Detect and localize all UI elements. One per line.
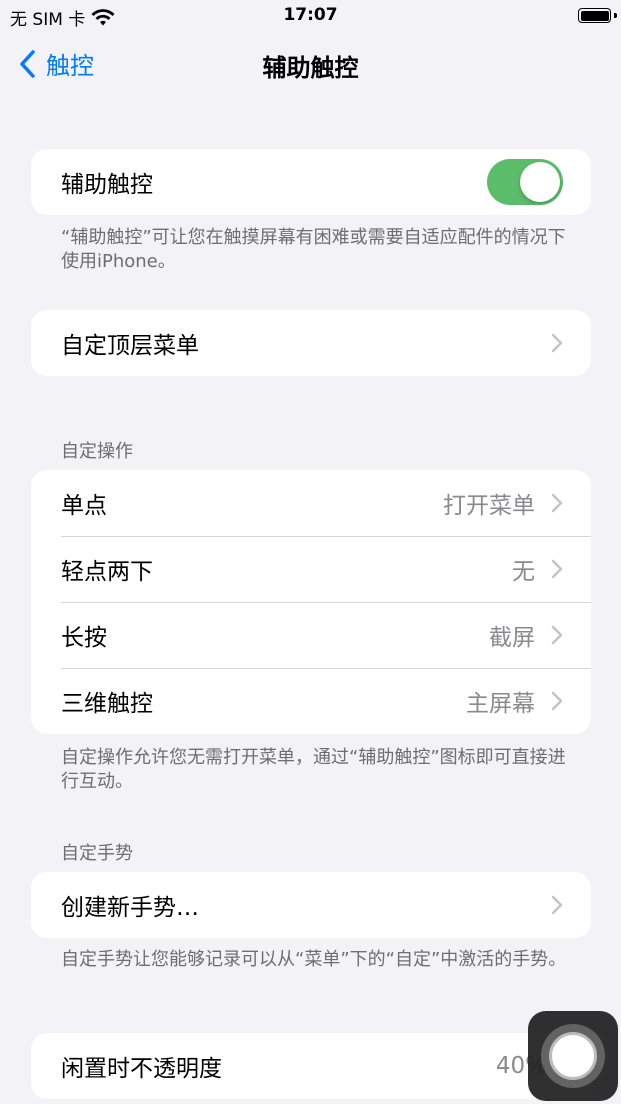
custom-gestures-group: 创建新手势… (31, 872, 591, 938)
chevron-right-icon (551, 895, 563, 915)
assistive-touch-floating-button[interactable] (528, 1011, 618, 1101)
action-value: 主屏幕 (466, 691, 535, 717)
chevron-right-icon (551, 691, 563, 711)
top-menu-group: 自定顶层菜单 (31, 310, 591, 376)
chevron-right-icon (551, 559, 563, 579)
custom-gestures-header: 自定手势 (61, 843, 133, 864)
create-gesture-label: 创建新手势… (61, 895, 199, 921)
action-row-double-tap[interactable]: 轻点两下 无 (31, 536, 591, 602)
action-label: 长按 (61, 625, 107, 651)
action-value: 打开菜单 (443, 493, 535, 519)
create-gesture-row[interactable]: 创建新手势… (31, 872, 591, 938)
action-value: 截屏 (489, 625, 535, 651)
chevron-right-icon (551, 333, 563, 353)
nav-bar: 触控 辅助触控 (0, 40, 621, 88)
battery-tip (614, 13, 617, 18)
assistive-touch-group: 辅助触控 (31, 149, 591, 215)
action-row-3d-touch[interactable]: 三维触控 主屏幕 (31, 668, 591, 734)
action-row-single-tap[interactable]: 单点 打开菜单 (31, 470, 591, 536)
assistive-touch-core (549, 1032, 597, 1080)
assistive-touch-ring-icon (541, 1024, 605, 1088)
battery-fill (580, 10, 609, 21)
action-row-long-press[interactable]: 长按 截屏 (31, 602, 591, 668)
page-title: 辅助触控 (262, 54, 359, 82)
custom-gestures-note: 自定手势让您能够记录可以从“菜单”下的“自定”中激活的手势。 (61, 949, 567, 970)
assistive-touch-row: 辅助触控 (31, 149, 591, 215)
action-label: 三维触控 (61, 691, 153, 717)
idle-opacity-row[interactable]: 闲置时不透明度 40% (31, 1033, 591, 1099)
battery-icon (578, 8, 611, 23)
status-bar: 无 SIM 卡 17:07 (0, 0, 621, 34)
top-menu-row[interactable]: 自定顶层菜单 (31, 310, 591, 376)
status-time: 17:07 (283, 5, 338, 25)
assistive-touch-toggle[interactable] (487, 159, 563, 205)
idle-opacity-label: 闲置时不透明度 (61, 1056, 222, 1082)
custom-actions-group: 单点 打开菜单 轻点两下 无 长按 截屏 三维触控 主屏幕 (31, 470, 591, 734)
chevron-right-icon (551, 493, 563, 513)
custom-actions-note: 自定操作允许您无需打开菜单，通过“辅助触控”图标即可直接进行互动。 (61, 747, 566, 792)
action-value: 无 (512, 559, 535, 585)
idle-opacity-group: 闲置时不透明度 40% (31, 1033, 591, 1099)
chevron-right-icon (551, 625, 563, 645)
assistive-touch-note: “辅助触控”可让您在触摸屏幕有困难或需要自适应配件的情况下使用iPhone。 (61, 227, 566, 272)
action-label: 轻点两下 (61, 559, 153, 585)
custom-actions-header: 自定操作 (61, 441, 133, 462)
assistive-touch-label: 辅助触控 (61, 172, 153, 198)
top-menu-label: 自定顶层菜单 (61, 333, 199, 359)
action-label: 单点 (61, 493, 107, 519)
toggle-knob (520, 162, 560, 202)
